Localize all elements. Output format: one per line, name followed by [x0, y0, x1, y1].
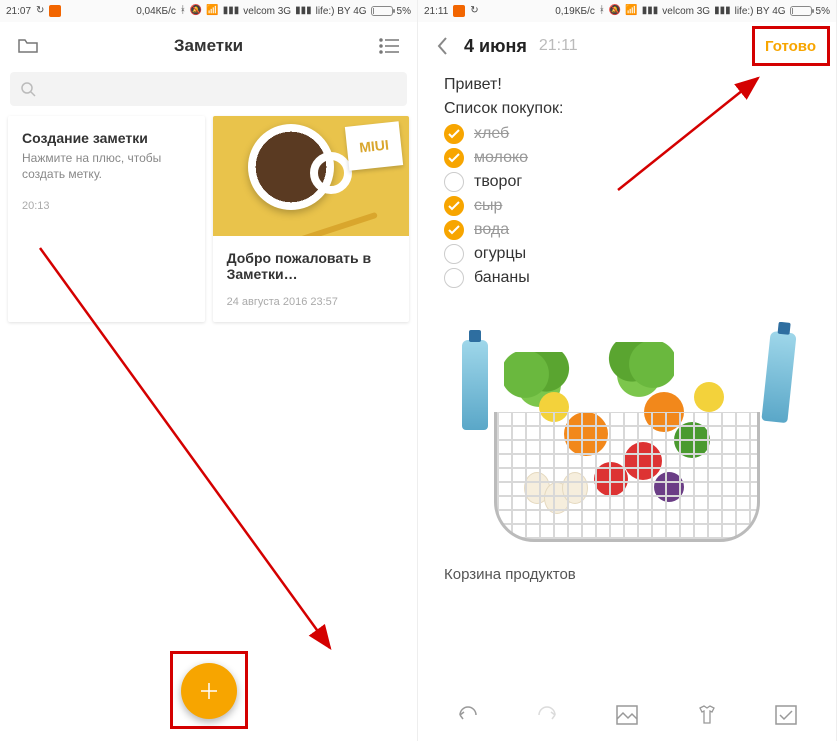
- mute-icon: 🔕: [190, 6, 202, 16]
- checklist-item[interactable]: молоко: [444, 148, 810, 168]
- plus-icon: [197, 679, 221, 703]
- status-bar: 21:11 ↻ 0,19КБ/с ᚼ 🔕 📶 ▮▮▮ velcom 3G ▮▮▮…: [418, 0, 836, 22]
- checkbox-checked-icon[interactable]: [444, 220, 464, 240]
- bluetooth-icon: ᚼ: [599, 6, 605, 16]
- miui-label: MIUI: [345, 121, 403, 170]
- checkbox-checked-icon[interactable]: [444, 124, 464, 144]
- checklist-item[interactable]: вода: [444, 220, 810, 240]
- carrier-label-1: velcom 3G: [243, 6, 291, 17]
- notes-grid: Создание заметки Нажмите на плюс, чтобы …: [0, 116, 417, 322]
- note-editor-screen: 21:11 ↻ 0,19КБ/с ᚼ 🔕 📶 ▮▮▮ velcom 3G ▮▮▮…: [418, 0, 837, 741]
- checkbox-checked-icon[interactable]: [444, 196, 464, 216]
- note-card-title: Создание заметки: [22, 130, 191, 146]
- status-time: 21:07: [6, 6, 31, 17]
- carrier-label-2: life:) BY 4G: [735, 6, 786, 17]
- signal-icon: ▮▮▮: [223, 6, 240, 16]
- app-indicator-icon: [49, 5, 61, 17]
- wifi-icon: 📶: [625, 6, 637, 16]
- checklist-button[interactable]: [771, 700, 801, 730]
- app-indicator-icon: [453, 5, 465, 17]
- undo-icon: [456, 706, 480, 724]
- checklist-item-label: творог: [474, 173, 522, 191]
- welcome-illustration: MIUI: [213, 116, 409, 236]
- back-button[interactable]: [428, 32, 456, 60]
- checklist-item-label: хлеб: [474, 125, 509, 143]
- signal-icon-2: ▮▮▮: [714, 6, 731, 16]
- battery-percent: 5%: [397, 6, 411, 17]
- attached-image[interactable]: [444, 322, 810, 552]
- checklist-item-label: вода: [474, 221, 509, 239]
- bluetooth-icon: ᚼ: [180, 6, 186, 16]
- checklist-item-label: бананы: [474, 269, 530, 287]
- note-text-line: Привет!: [444, 76, 810, 94]
- checkbox-unchecked-icon[interactable]: [444, 244, 464, 264]
- page-title: Заметки: [42, 36, 375, 56]
- note-card[interactable]: MIUI Добро пожаловать в Заметки… 24 авгу…: [213, 116, 409, 322]
- checklist-item[interactable]: огурцы: [444, 244, 810, 264]
- wifi-icon: 📶: [206, 6, 218, 16]
- image-caption[interactable]: Корзина продуктов: [418, 564, 836, 643]
- battery-icon: [790, 6, 812, 16]
- redo-button[interactable]: [532, 700, 562, 730]
- note-date: 4 июня: [464, 36, 527, 57]
- sync-icon: ↻: [36, 6, 44, 16]
- signal-icon-2: ▮▮▮: [295, 6, 312, 16]
- status-time: 21:11: [424, 6, 448, 17]
- checkbox-unchecked-icon[interactable]: [444, 172, 464, 192]
- image-icon: [616, 705, 638, 725]
- checklist-item[interactable]: хлеб: [444, 124, 810, 144]
- list-view-icon[interactable]: [375, 32, 403, 60]
- mute-icon: 🔕: [609, 6, 621, 16]
- checkbox-checked-icon[interactable]: [444, 148, 464, 168]
- folder-icon[interactable]: [14, 32, 42, 60]
- note-content[interactable]: Привет! Список покупок: хлеб молоко творог…: [418, 70, 836, 292]
- undo-button[interactable]: [453, 700, 483, 730]
- carrier-label-1: velcom 3G: [662, 6, 710, 17]
- search-input[interactable]: [10, 72, 407, 106]
- checklist-icon: [775, 705, 797, 725]
- note-card-time: 24 августа 2016 23:57: [227, 296, 395, 308]
- note-card[interactable]: Создание заметки Нажмите на плюс, чтобы …: [8, 116, 205, 322]
- shirt-icon: [696, 704, 718, 726]
- note-text-line: Список покупок:: [444, 100, 810, 118]
- traffic-indicator: 0,04КБ/с: [136, 6, 176, 17]
- editor-toolbar: [418, 689, 836, 741]
- checklist-item[interactable]: творог: [444, 172, 810, 192]
- signal-icon: ▮▮▮: [642, 6, 659, 16]
- notes-list-screen: 21:07 ↻ 0,04КБ/с ᚼ 🔕 📶 ▮▮▮ velcom 3G ▮▮▮…: [0, 0, 418, 741]
- traffic-indicator: 0,19КБ/с: [555, 6, 595, 17]
- tag-button[interactable]: [692, 700, 722, 730]
- sync-icon: ↻: [470, 6, 478, 16]
- image-button[interactable]: [612, 700, 642, 730]
- checkbox-unchecked-icon[interactable]: [444, 268, 464, 288]
- add-note-fab[interactable]: [181, 663, 237, 719]
- note-card-title: Добро пожаловать в Заметки…: [227, 250, 395, 282]
- checklist-item-label: молоко: [474, 149, 528, 167]
- search-wrap: [0, 70, 417, 116]
- checklist-item[interactable]: сыр: [444, 196, 810, 216]
- battery-icon: [371, 6, 393, 16]
- checklist: хлеб молоко творог сыр вода огурцы бананы: [444, 124, 810, 288]
- checklist-item-label: сыр: [474, 197, 502, 215]
- checklist-item[interactable]: бананы: [444, 268, 810, 288]
- note-card-subtitle: Нажмите на плюс, чтобы создать метку.: [22, 150, 191, 182]
- status-bar: 21:07 ↻ 0,04КБ/с ᚼ 🔕 📶 ▮▮▮ velcom 3G ▮▮▮…: [0, 0, 417, 22]
- carrier-label-2: life:) BY 4G: [316, 6, 367, 17]
- notes-header: Заметки: [0, 22, 417, 70]
- note-card-time: 20:13: [22, 200, 191, 212]
- chevron-left-icon: [436, 36, 448, 56]
- battery-percent: 5%: [816, 6, 830, 17]
- note-time: 21:11: [539, 37, 578, 55]
- search-icon: [20, 81, 36, 97]
- redo-icon: [535, 706, 559, 724]
- checklist-item-label: огурцы: [474, 245, 526, 263]
- annotation-highlight-done: [752, 26, 830, 66]
